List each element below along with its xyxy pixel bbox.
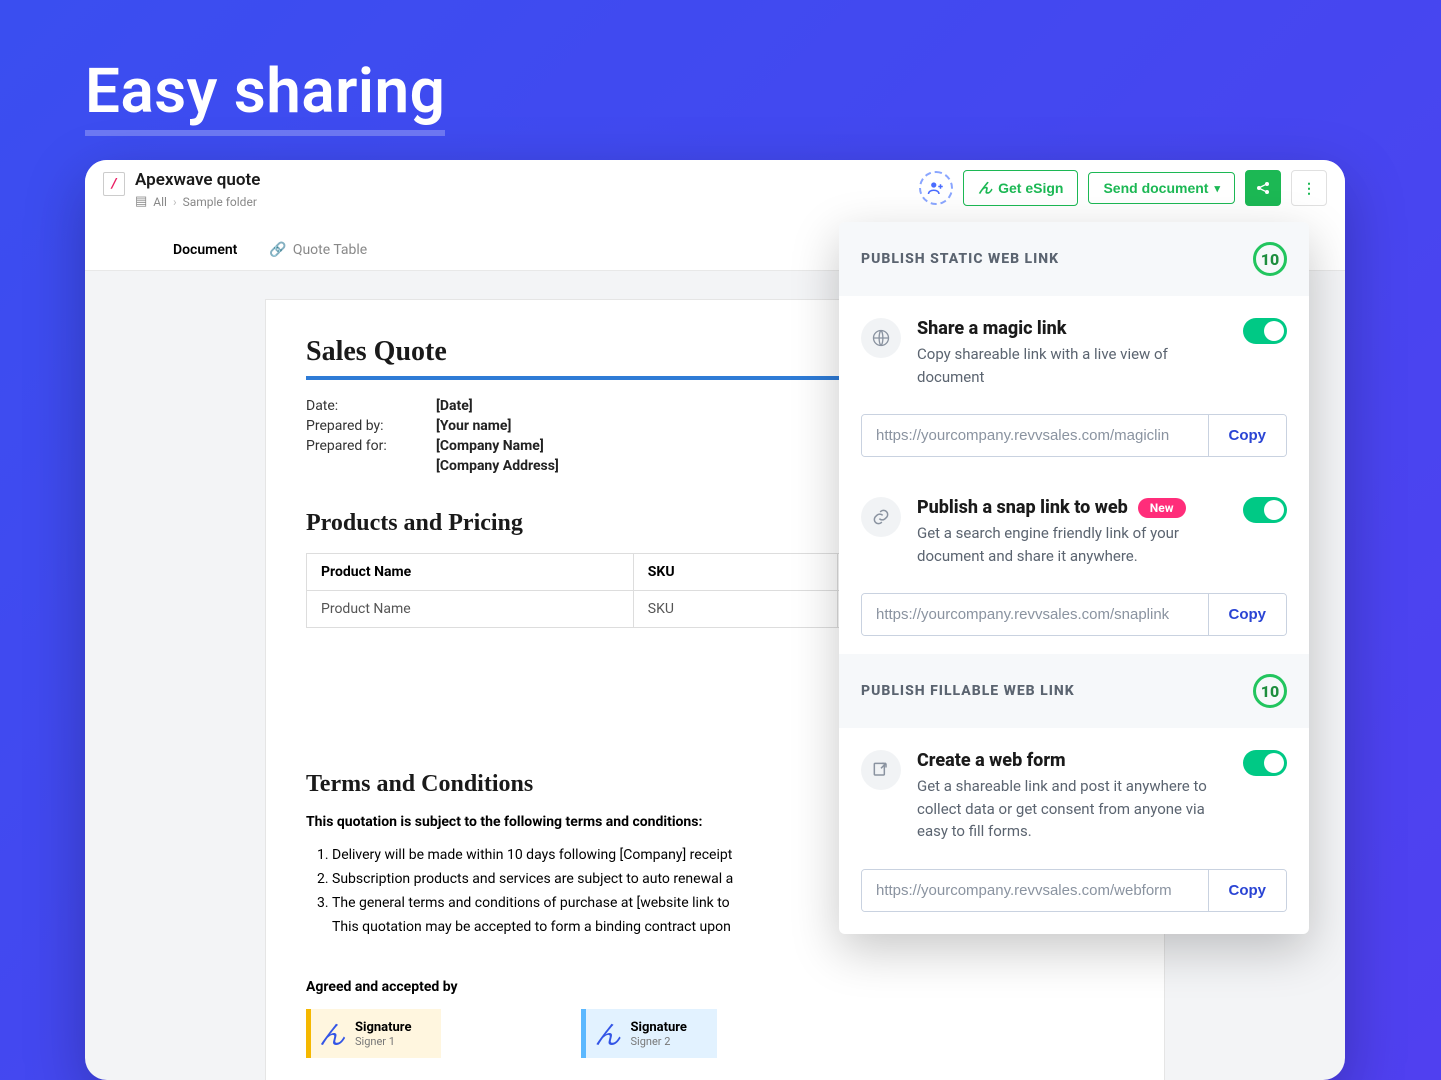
share-button[interactable] xyxy=(1245,170,1281,206)
send-document-button[interactable]: Send document ▾ xyxy=(1088,172,1235,204)
magic-link-input[interactable] xyxy=(862,415,1208,456)
tab-document[interactable]: Document xyxy=(157,232,253,270)
snap-link-toggle[interactable] xyxy=(1243,497,1287,523)
link-icon: 🔗 xyxy=(269,242,286,258)
add-collaborator-button[interactable] xyxy=(919,171,953,205)
prepared-for-label: Prepared for: xyxy=(306,438,436,454)
document-type-icon: / xyxy=(103,172,125,196)
folder-icon: ▤ xyxy=(135,194,147,209)
magic-link-title: Share a magic link xyxy=(917,318,1227,339)
signature-box-1[interactable]: ん Signature Signer 1 xyxy=(306,1009,441,1058)
get-esign-button[interactable]: ん Get eSign xyxy=(963,170,1078,206)
globe-icon xyxy=(861,318,901,358)
signature-icon: ん xyxy=(319,1015,345,1052)
webform-link-row: Copy xyxy=(861,869,1287,912)
webform-item: Create a web form Get a shareable link a… xyxy=(839,728,1309,853)
share-panel: PUBLISH STATIC WEB LINK 10 Share a magic… xyxy=(839,222,1309,934)
magic-link-desc: Copy shareable link with a live view of … xyxy=(917,343,1227,388)
th-product: Product Name xyxy=(307,554,634,591)
share-icon xyxy=(1255,180,1271,196)
date-label: Date: xyxy=(306,398,436,414)
webform-title: Create a web form xyxy=(917,750,1227,771)
prepared-by-label: Prepared by: xyxy=(306,418,436,434)
more-options-button[interactable]: ⋮ xyxy=(1291,170,1327,206)
breadcrumb-folder[interactable]: Sample folder xyxy=(183,195,257,209)
breadcrumb-root[interactable]: All xyxy=(153,195,167,209)
magic-link-copy-button[interactable]: Copy xyxy=(1208,415,1287,456)
form-share-icon xyxy=(861,750,901,790)
snap-link-input[interactable] xyxy=(862,594,1208,635)
link-icon xyxy=(861,497,901,537)
webform-copy-button[interactable]: Copy xyxy=(1208,870,1287,911)
document-title: Apexwave quote xyxy=(135,170,260,190)
snap-link-row: Copy xyxy=(861,593,1287,636)
section-fillable-link: PUBLISH FILLABLE WEB LINK 10 xyxy=(839,654,1309,728)
signature-box-2[interactable]: ん Signature Signer 2 xyxy=(581,1009,716,1058)
snap-link-copy-button[interactable]: Copy xyxy=(1208,594,1287,635)
breadcrumb-separator: › xyxy=(173,195,177,209)
magic-link-row: Copy xyxy=(861,414,1287,457)
magic-link-item: Share a magic link Copy shareable link w… xyxy=(839,296,1309,398)
views-badge: 10 xyxy=(1253,242,1287,276)
snap-link-item: Publish a snap link to web New Get a sea… xyxy=(839,475,1309,577)
webform-toggle[interactable] xyxy=(1243,750,1287,776)
th-sku: SKU xyxy=(633,554,837,591)
chevron-down-icon: ▾ xyxy=(1214,182,1220,195)
tab-quote-table[interactable]: 🔗 Quote Table xyxy=(253,232,383,270)
snap-link-desc: Get a search engine friendly link of you… xyxy=(917,522,1227,567)
snap-link-title: Publish a snap link to web New xyxy=(917,497,1227,518)
new-badge: New xyxy=(1138,498,1186,518)
webform-link-input[interactable] xyxy=(862,870,1208,911)
section-static-link: PUBLISH STATIC WEB LINK 10 xyxy=(839,222,1309,296)
app-window: / Apexwave quote ▤ All › Sample folder ん… xyxy=(85,160,1345,1080)
breadcrumb[interactable]: ▤ All › Sample folder xyxy=(135,194,260,209)
kebab-icon: ⋮ xyxy=(1302,180,1316,197)
signature-icon: ん xyxy=(594,1015,620,1052)
hero-title: Easy sharing xyxy=(0,0,1441,128)
views-badge: 10 xyxy=(1253,674,1287,708)
signature-icon: ん xyxy=(978,178,992,198)
magic-link-toggle[interactable] xyxy=(1243,318,1287,344)
webform-desc: Get a shareable link and post it anywher… xyxy=(917,775,1227,843)
agreed-label: Agreed and accepted by xyxy=(306,979,1124,995)
